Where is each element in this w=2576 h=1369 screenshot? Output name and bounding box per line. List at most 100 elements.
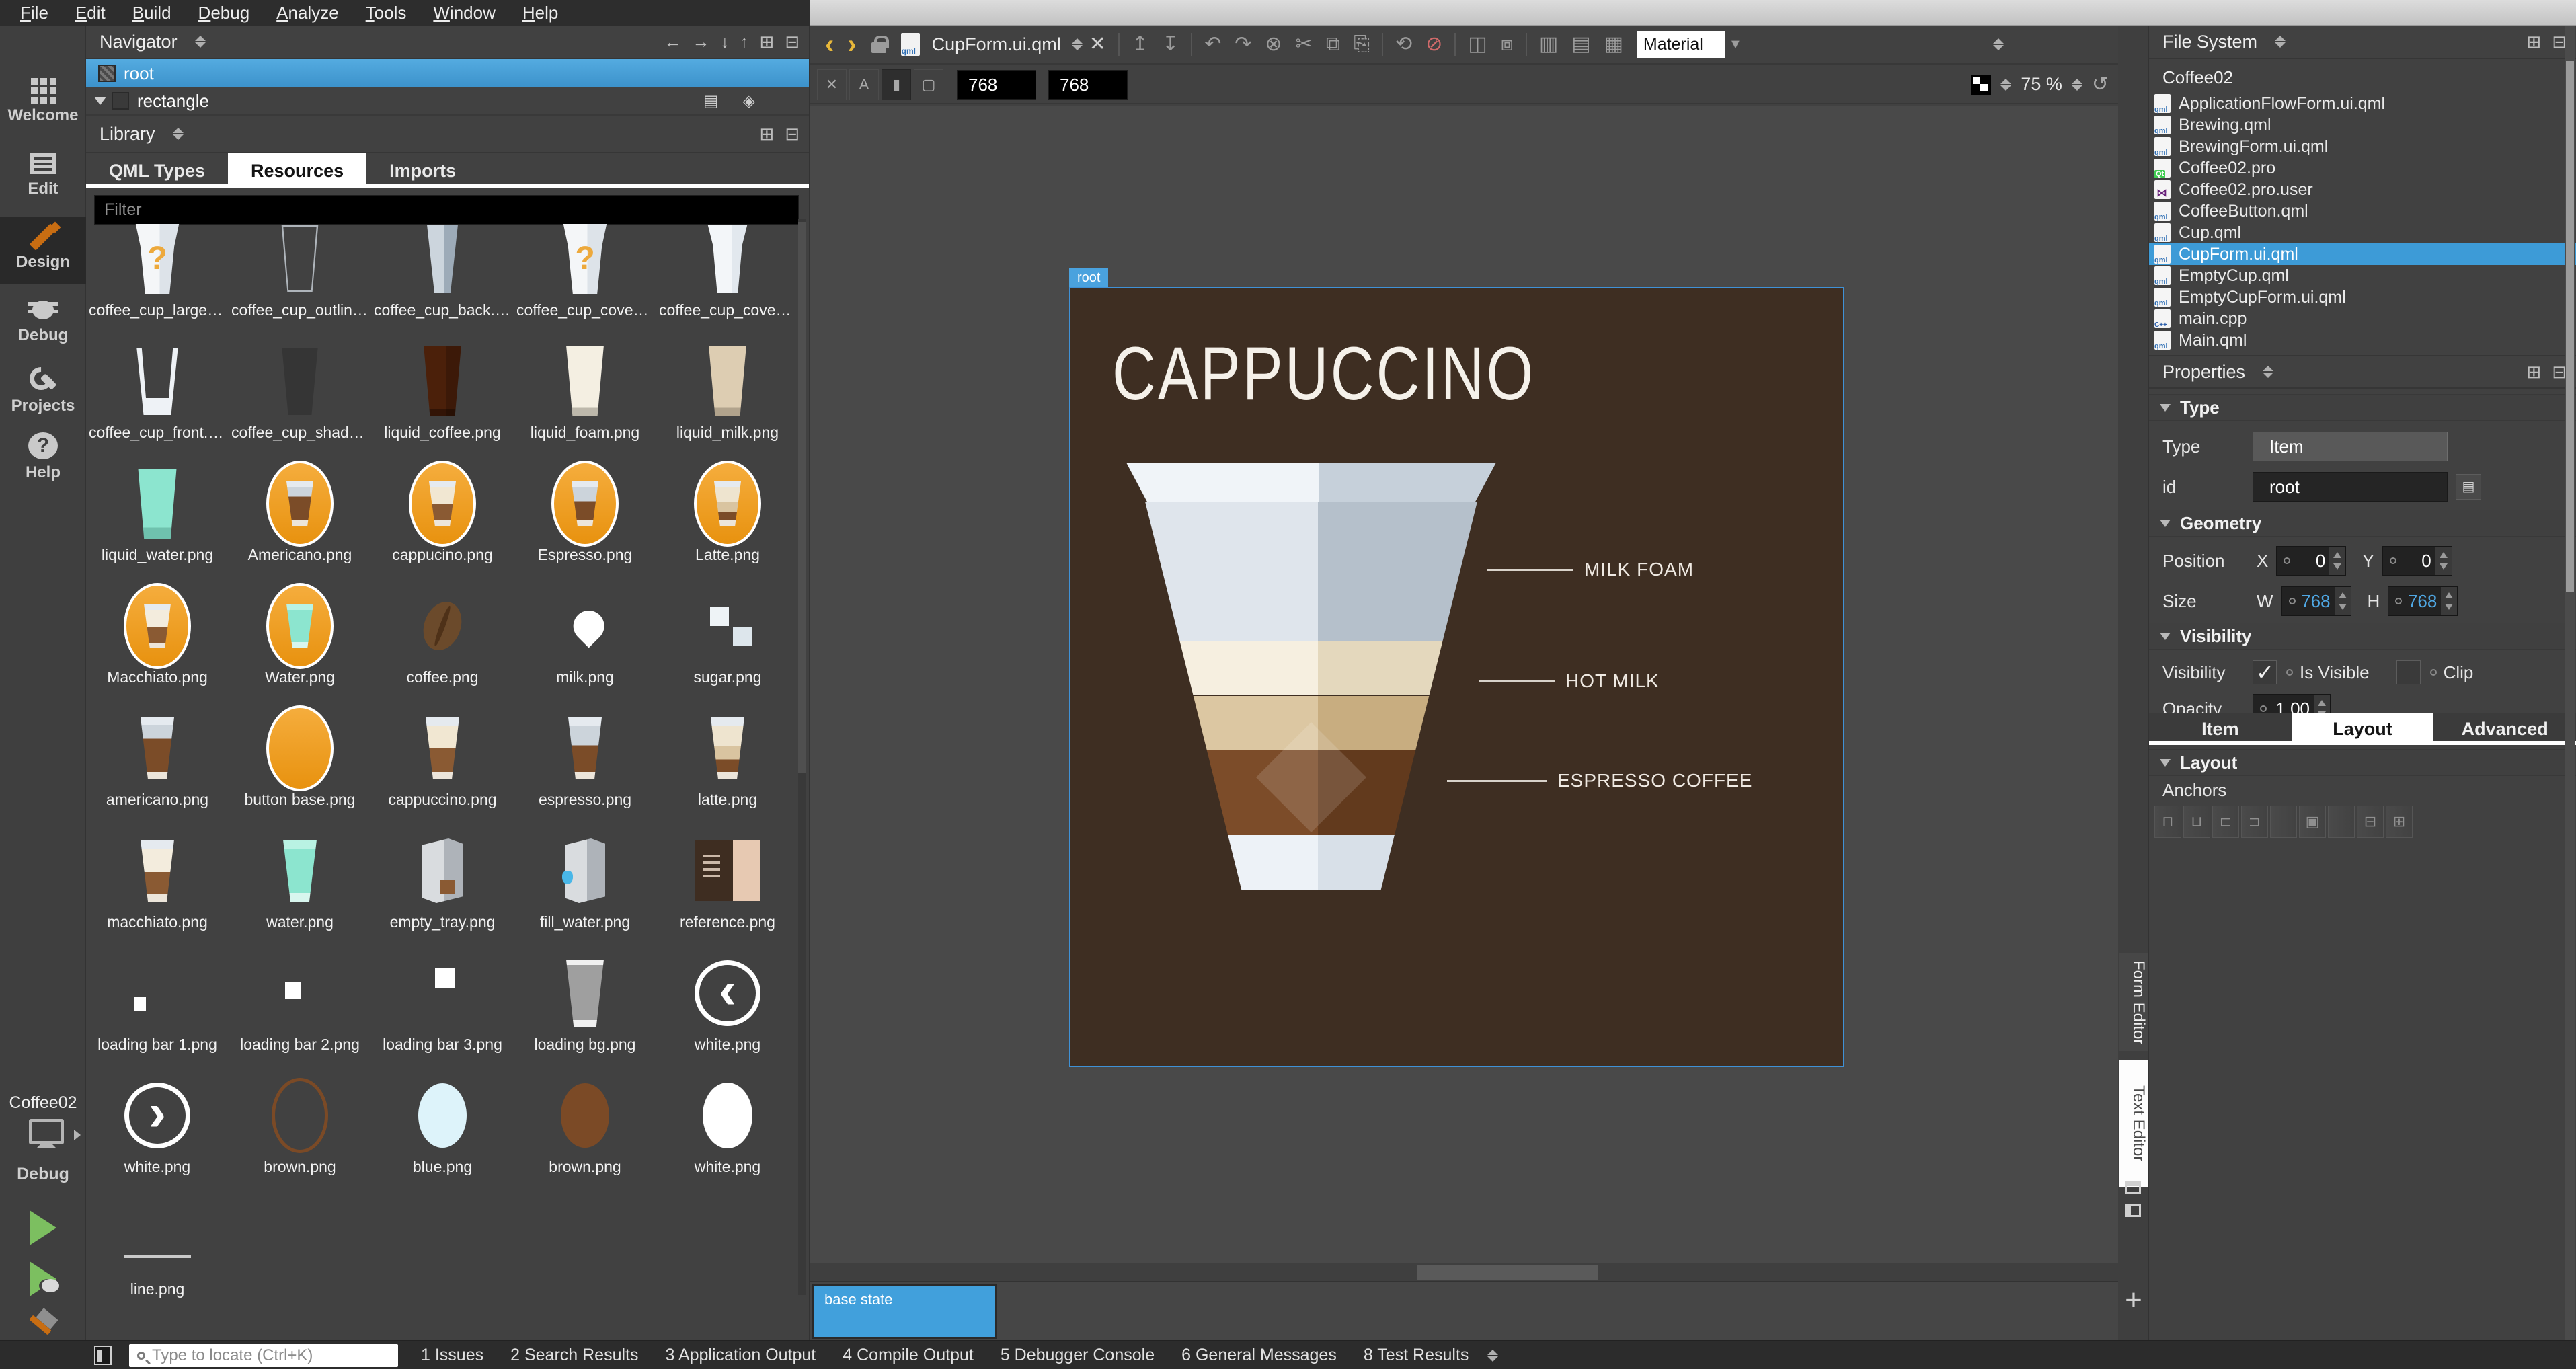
redo-icon[interactable]: ↷	[1235, 26, 1251, 63]
output-pane-selector-icon[interactable]	[1487, 1348, 1498, 1363]
anchor-bottom-icon[interactable]: ⊔	[2183, 806, 2210, 838]
anchor-vcenter-icon[interactable]: ⊞	[2386, 806, 2413, 838]
divider[interactable]	[1526, 33, 1527, 56]
anchor-hcenter-icon[interactable]: ⊟	[2357, 806, 2384, 838]
resource-item[interactable]: fill_water.png	[514, 831, 656, 953]
output-tab[interactable]: 3 Application Output	[665, 1345, 816, 1365]
mode-welcome[interactable]: Welcome	[0, 70, 86, 137]
text-editor-tab[interactable]: Text Editor	[2119, 1060, 2148, 1187]
resource-item[interactable]: button base.png	[229, 709, 371, 831]
split-horizontal-icon[interactable]	[2125, 1181, 2141, 1194]
back-icon[interactable]: ‹	[825, 26, 834, 63]
resource-item[interactable]: brown.png	[514, 1076, 656, 1198]
snap-anchor-icon[interactable]: A	[849, 69, 879, 100]
resource-item[interactable]: Americano.png	[229, 464, 371, 586]
ApplicationFlowForm.ui.qml[interactable]: ApplicationFlowForm.ui.qml	[2149, 93, 2576, 114]
resource-item[interactable]: coffee_cup_large.png	[86, 219, 229, 342]
delete-icon[interactable]: ⊗	[1265, 26, 1282, 63]
layout-section-header[interactable]: Layout	[2149, 749, 2576, 776]
resource-item[interactable]: latte.png	[656, 709, 799, 831]
binding-dot-icon[interactable]	[2395, 598, 2402, 604]
navigator-item-rectangle[interactable]: rectangle ▤◈	[86, 87, 809, 116]
menu-item[interactable]: Build	[119, 0, 185, 26]
resource-item[interactable]: liquid_foam.png	[514, 342, 656, 464]
resource-item[interactable]: coffee_cup_coverplat...	[514, 219, 656, 342]
resource-item[interactable]: liquid_coffee.png	[371, 342, 514, 464]
form-editor-tab[interactable]: Form Editor	[2119, 953, 2148, 1051]
resource-item[interactable]: coffee.png	[371, 586, 514, 709]
id-value-field[interactable]: root	[2253, 472, 2448, 502]
lock-icon[interactable]	[870, 34, 888, 54]
output-pane-icon[interactable]	[94, 1346, 112, 1365]
Brewing.qml[interactable]: Brewing.qml	[2149, 114, 2576, 136]
panel-menu-icon[interactable]: ⊟	[2552, 26, 2567, 57]
layout-grid-icon[interactable]: ▦	[1604, 26, 1623, 63]
reset-zoom-icon[interactable]: ↺	[2092, 73, 2109, 96]
Cup.qml[interactable]: Cup.qml	[2149, 222, 2576, 243]
divider[interactable]	[1382, 33, 1383, 56]
menu-item[interactable]: Window	[420, 0, 508, 26]
move-left-icon[interactable]: ←	[664, 26, 681, 57]
menu-item[interactable]: Edit	[62, 0, 119, 26]
binding-dot-icon[interactable]	[2284, 557, 2290, 564]
binding-dot-icon[interactable]	[2289, 598, 2296, 604]
Coffee02.pro[interactable]: Coffee02.pro	[2149, 157, 2576, 179]
anchor-fill-icon[interactable]: ▣	[2299, 806, 2326, 838]
background-toggle-icon[interactable]	[1971, 75, 1991, 95]
lower-icon[interactable]: ↧	[1162, 26, 1179, 63]
anchor-top-icon[interactable]: ⊓	[2154, 806, 2181, 838]
stepper-arrows-icon[interactable]	[2441, 587, 2457, 615]
resource-item[interactable]: americano.png	[86, 709, 229, 831]
stepper-arrows-icon[interactable]	[2329, 547, 2345, 575]
anchor-spacer-icon[interactable]	[2270, 806, 2297, 838]
open-document-name[interactable]: CupForm.ui.qml	[932, 34, 1061, 55]
width-stepper[interactable]: 768	[2281, 586, 2351, 616]
output-tab[interactable]: 2 Search Results	[510, 1345, 638, 1365]
mode-debug[interactable]: Debug	[0, 290, 86, 357]
resource-item[interactable]: coffee_cup_coverplat...	[656, 219, 799, 342]
design-root-item[interactable]: CAPPUCCINO MI	[1069, 287, 1844, 1067]
output-tab[interactable]: 8 Test Results	[1364, 1345, 1469, 1365]
forward-icon[interactable]: ›	[847, 26, 856, 63]
merge-icon[interactable]: ◫	[1468, 26, 1487, 63]
menu-item[interactable]: Debug	[185, 0, 264, 26]
move-up-icon[interactable]: ↑	[740, 26, 748, 57]
geometry-section-header[interactable]: Geometry	[2149, 510, 2576, 537]
right-panel-scrollbar[interactable]	[2565, 26, 2575, 1340]
export-list-icon[interactable]: ▤	[703, 91, 719, 111]
resource-item[interactable]: sugar.png	[656, 586, 799, 709]
y-position-stepper[interactable]: 0	[2382, 546, 2452, 576]
bounding-rect-icon[interactable]: ⊘	[1426, 26, 1442, 63]
scrollbar-thumb[interactable]	[2566, 61, 2574, 592]
zoom-out-spinner-icon[interactable]	[2000, 77, 2011, 92]
locator-input[interactable]	[145, 1346, 398, 1365]
base-state-tab[interactable]: base state	[812, 1284, 997, 1339]
clip-checkbox[interactable]	[2396, 660, 2421, 684]
Main.qml[interactable]: Main.qml	[2149, 329, 2576, 351]
menu-item[interactable]: Help	[509, 0, 572, 26]
divider[interactable]	[1118, 33, 1120, 56]
output-tab[interactable]: 5 Debugger Console	[1001, 1345, 1155, 1365]
x-position-stepper[interactable]: 0	[2276, 546, 2346, 576]
locator[interactable]	[129, 1344, 398, 1367]
resource-item[interactable]: loading bg.png	[514, 953, 656, 1076]
resource-item[interactable]: coffee_cup_outline.p...	[229, 219, 371, 342]
canvas-width-field[interactable]: 768	[957, 70, 1036, 100]
project-root-node[interactable]: Coffee02	[2162, 67, 2233, 88]
EmptyCupForm.ui.qml[interactable]: EmptyCupForm.ui.qml	[2149, 286, 2576, 308]
snap-x-icon[interactable]: ✕	[817, 69, 847, 100]
resource-item[interactable]: coffee_cup_back.png	[371, 219, 514, 342]
properties-tab[interactable]: Item	[2149, 713, 2292, 741]
resource-item[interactable]: white.png	[656, 953, 799, 1076]
move-down-icon[interactable]: ↓	[720, 26, 729, 57]
panel-selector-icon[interactable]	[195, 34, 206, 49]
zoom-in-spinner-icon[interactable]	[2072, 77, 2082, 92]
Coffee02.pro.user[interactable]: Coffee02.pro.user	[2149, 179, 2576, 200]
close-document-icon[interactable]: ✕	[1089, 26, 1106, 63]
mode-design[interactable]: Design	[0, 217, 86, 284]
menu-item[interactable]: File	[7, 0, 62, 26]
split-panel-icon[interactable]: ⊞	[2526, 356, 2541, 387]
undo-icon[interactable]: ↶	[1204, 26, 1221, 63]
merge-alt-icon[interactable]: ⧈	[1501, 26, 1514, 63]
resource-item[interactable]: blue.png	[371, 1076, 514, 1198]
